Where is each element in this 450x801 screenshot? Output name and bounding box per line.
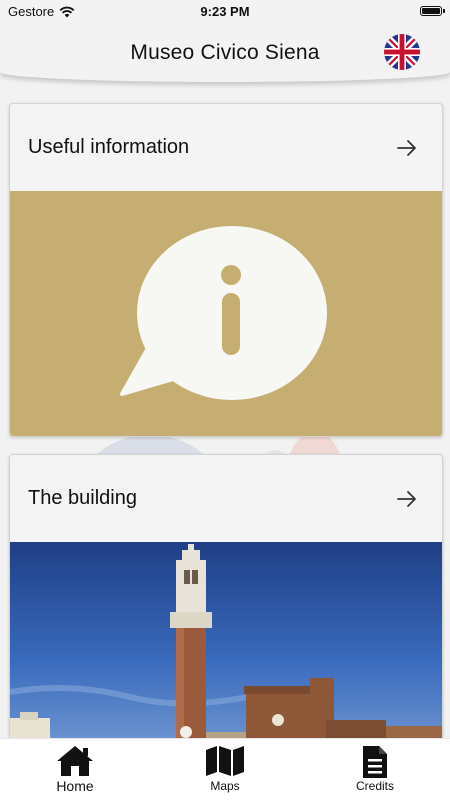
uk-flag-icon xyxy=(384,34,420,70)
info-speech-bubble-icon xyxy=(120,226,327,400)
app-header: Museo Civico Siena xyxy=(0,24,450,82)
card-title: The building xyxy=(28,487,137,509)
status-bar: Gestore 9:23 PM xyxy=(0,0,450,24)
nav-maps-label: Maps xyxy=(210,779,240,793)
card-header: Useful information xyxy=(10,104,442,191)
bottom-navigation: Home Maps Credits xyxy=(0,738,450,801)
info-panel xyxy=(10,191,442,436)
map-icon xyxy=(206,746,244,776)
nav-maps[interactable]: Maps xyxy=(165,739,285,801)
nav-credits[interactable]: Credits xyxy=(315,739,435,801)
status-time: 9:23 PM xyxy=(200,4,250,19)
card-title: Useful information xyxy=(28,136,190,158)
arrow-right-icon[interactable] xyxy=(396,489,418,509)
language-flag-button[interactable] xyxy=(384,34,420,70)
nav-credits-label: Credits xyxy=(355,779,394,793)
battery-icon xyxy=(420,6,445,16)
nav-home-label: Home xyxy=(56,778,94,794)
useful-information-card[interactable]: Useful information xyxy=(9,103,443,437)
card-header: The building xyxy=(10,455,442,542)
torre-del-mangia-photo xyxy=(10,542,442,742)
page-title: Museo Civico Siena xyxy=(130,41,320,64)
nav-home[interactable]: Home xyxy=(15,739,135,801)
content-list: Useful information The building xyxy=(9,103,443,760)
home-icon xyxy=(57,746,93,776)
document-icon xyxy=(363,746,387,778)
building-photo xyxy=(10,542,442,742)
the-building-card[interactable]: The building xyxy=(9,454,443,743)
arrow-right-icon[interactable] xyxy=(396,138,418,158)
